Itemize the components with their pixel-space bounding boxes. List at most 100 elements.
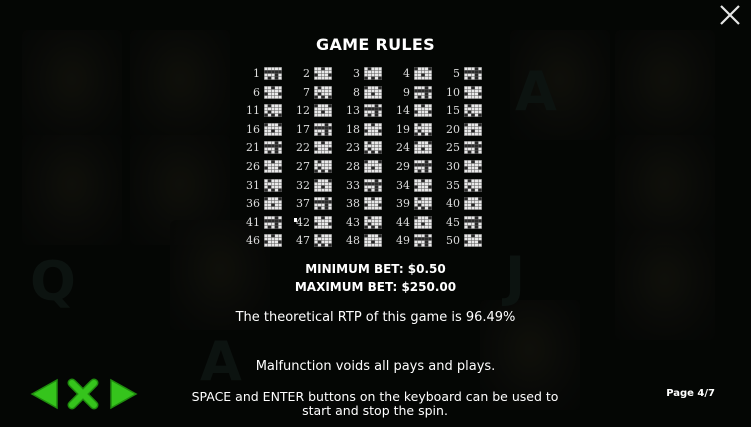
page-indicator: Page 4/7 [666,388,715,399]
payline-number: 37 [296,197,310,211]
payline-pattern-icon [414,178,432,192]
payline-10: 10 [442,85,502,101]
payline-number: 45 [446,215,460,229]
payline-number: 43 [346,215,360,229]
payline-pattern-icon [264,234,282,248]
payline-pattern-icon [414,85,432,99]
payline-number: 9 [403,85,410,99]
payline-45: 45 [442,215,502,231]
payline-number: 10 [446,85,460,99]
payline-pattern-icon [364,104,382,118]
payline-number: 21 [246,141,260,155]
payline-pattern-icon [464,122,482,136]
paylines-grid: 1 2 3 4 5 6 7 8 9 10 11 12 13 14 15 16 17 18 19 20 21 22 23 24 2… [246,66,502,252]
payline-number: 5 [453,67,460,80]
payline-pattern-icon [464,197,482,211]
payline-pattern-icon [364,197,382,211]
payline-number: 12 [296,104,310,118]
payline-pattern-icon [364,85,382,99]
payline-number: 15 [446,104,460,118]
payline-pattern-icon [464,141,482,155]
payline-pattern-icon [364,122,382,136]
payline-number: 19 [396,122,410,136]
payline-pattern-icon [464,104,482,118]
payline-pattern-icon [414,234,432,248]
payline-pattern-icon [464,178,482,192]
payline-50: 50 [442,233,502,249]
x-icon[interactable] [67,378,99,410]
payline-pattern-icon [364,234,382,248]
payline-pattern-icon [314,178,332,192]
payline-pattern-icon [264,197,282,211]
payline-pattern-icon [414,197,432,211]
payline-number: 25 [446,141,460,155]
payline-pattern-icon [314,122,332,136]
payline-pattern-icon [264,178,282,192]
payline-number: 22 [296,141,310,155]
payline-pattern-icon [414,67,432,80]
payline-pattern-icon [314,215,332,229]
payline-number: 50 [446,234,460,248]
payline-pattern-icon [264,160,282,173]
payline-number: 47 [296,234,310,248]
payline-number: 34 [396,178,410,192]
payline-pattern-icon [464,215,482,229]
rtp-text: The theoretical RTP of this game is 96.4… [235,310,516,325]
payline-number: 46 [246,234,260,248]
payline-pattern-icon [314,197,332,211]
arrow-right-icon[interactable] [108,378,138,410]
payline-number: 27 [296,160,310,173]
payline-35: 35 [442,178,502,194]
payline-pattern-icon [314,160,332,173]
payline-pattern-icon [264,104,282,118]
close-icon[interactable] [717,2,743,28]
payline-pattern-icon [414,160,432,173]
payline-pattern-icon [314,67,332,80]
arrow-left-icon[interactable] [30,378,60,410]
payline-number: 28 [346,160,360,173]
payline-number: 30 [446,160,460,173]
payline-number: 40 [446,197,460,211]
payline-number: 6 [253,85,260,99]
payline-pattern-icon [364,178,382,192]
page-title: GAME RULES [316,35,435,54]
payline-number: 39 [396,197,410,211]
payline-pattern-icon [264,141,282,155]
payline-30: 30 [442,159,502,175]
payline-number: 44 [396,215,410,229]
payline-pattern-icon [364,141,382,155]
payline-number: 23 [346,141,360,155]
payline-number: 29 [396,160,410,173]
payline-number: 17 [296,122,310,136]
payline-pattern-icon [314,104,332,118]
payline-pattern-icon [264,122,282,136]
payline-pattern-icon [414,215,432,229]
payline-pattern-icon [414,141,432,155]
payline-40: 40 [442,196,502,212]
payline-number: 4 [403,67,410,80]
payline-number: 49 [396,234,410,248]
payline-pattern-icon [314,234,332,248]
payline-pattern-icon [264,67,282,80]
payline-number: 32 [296,178,310,192]
payline-number: 38 [346,197,360,211]
payline-number: 24 [396,141,410,155]
payline-number: 7 [303,85,310,99]
payline-number: 26 [246,160,260,173]
payline-pattern-icon [314,141,332,155]
payline-pattern-icon [364,67,382,80]
payline-number: 1 [253,67,260,80]
payline-number: 36 [246,197,260,211]
payline-pattern-icon [464,160,482,173]
payline-number: 2 [303,67,310,80]
payline-number: 48 [346,234,360,248]
payline-pattern-icon [414,122,432,136]
payline-pattern-icon [464,85,482,99]
payline-number: 13 [346,104,360,118]
payline-number: 33 [346,178,360,192]
payline-number: 8 [353,85,360,99]
payline-number: 20 [446,122,460,136]
payline-number: 35 [446,178,460,192]
malfunction-text: Malfunction voids all pays and plays. [255,359,496,374]
payline-number: 3 [353,67,360,80]
